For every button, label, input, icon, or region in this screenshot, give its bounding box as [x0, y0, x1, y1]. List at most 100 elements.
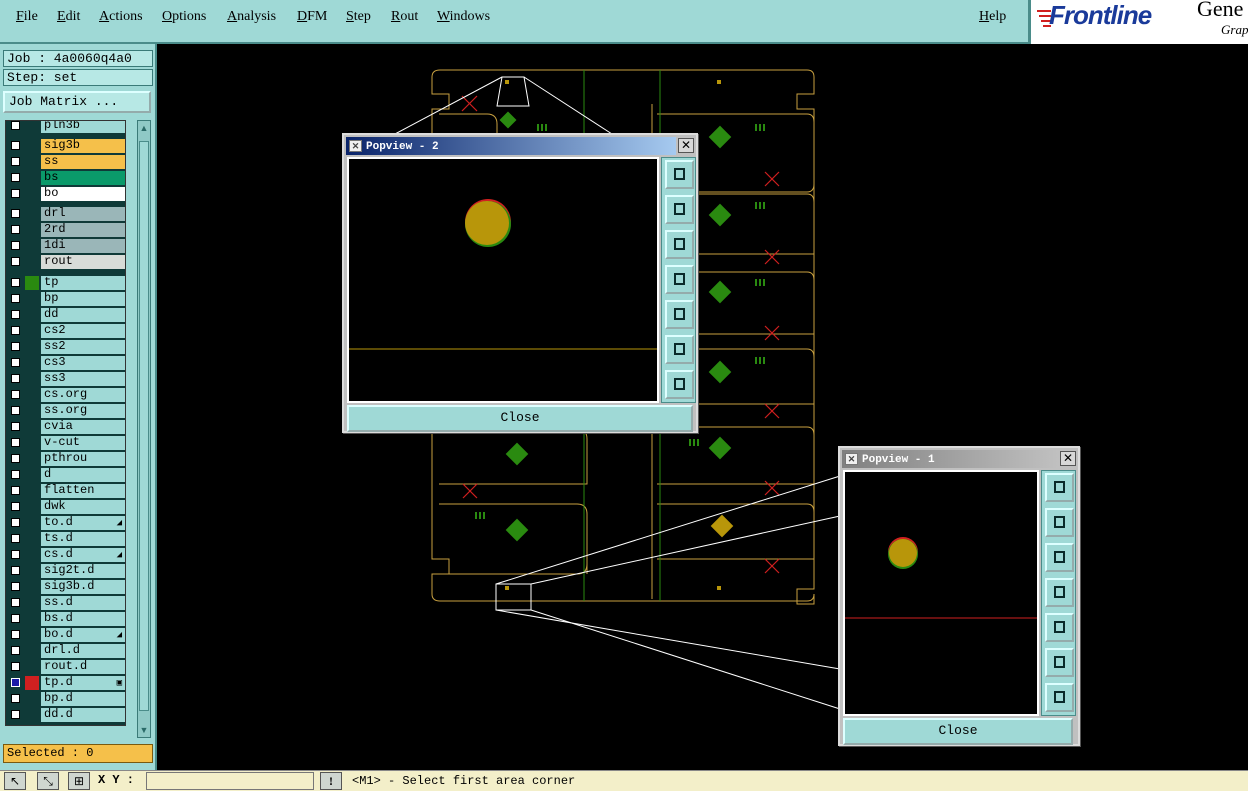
layer-checkbox[interactable]: [11, 374, 20, 383]
layer-color-swatch[interactable]: [25, 612, 39, 626]
layer-row[interactable]: drl: [8, 207, 125, 221]
layer-name[interactable]: cs2: [41, 324, 125, 338]
zoom-out-icon[interactable]: [1045, 683, 1074, 712]
pan-right-icon[interactable]: [1045, 613, 1074, 642]
layer-color-swatch[interactable]: [25, 223, 39, 237]
layer-checkbox[interactable]: [11, 598, 20, 607]
layer-name[interactable]: dwk: [41, 500, 125, 514]
layer-color-swatch[interactable]: [25, 372, 39, 386]
layer-color-swatch[interactable]: [25, 468, 39, 482]
layer-color-swatch[interactable]: [25, 692, 39, 706]
layer-checkbox[interactable]: [11, 157, 20, 166]
layer-row[interactable]: cs3: [8, 356, 125, 370]
layer-checkbox[interactable]: [11, 342, 20, 351]
layer-row[interactable]: bs.d: [8, 612, 125, 626]
layer-name[interactable]: d: [41, 468, 125, 482]
layer-checkbox[interactable]: [11, 614, 20, 623]
layer-color-swatch[interactable]: [25, 596, 39, 610]
layer-color-swatch[interactable]: [25, 292, 39, 306]
layer-row[interactable]: cs.org: [8, 388, 125, 402]
layer-checkbox[interactable]: [11, 454, 20, 463]
layer-checkbox[interactable]: [11, 630, 20, 639]
layer-row[interactable]: ss2: [8, 340, 125, 354]
layer-row[interactable]: ts.d: [8, 532, 125, 546]
layer-row[interactable]: tp: [8, 276, 125, 290]
pan-up-icon[interactable]: [665, 195, 694, 224]
layer-checkbox[interactable]: [11, 438, 20, 447]
layer-checkbox[interactable]: [11, 422, 20, 431]
layer-name[interactable]: sig2t.d: [41, 564, 125, 578]
layer-checkbox[interactable]: [11, 710, 20, 719]
layer-color-swatch[interactable]: [25, 644, 39, 658]
layer-name[interactable]: ss: [41, 155, 125, 169]
popview-1-close-button[interactable]: Close: [843, 718, 1073, 745]
layer-checkbox[interactable]: [11, 694, 20, 703]
layer-color-swatch[interactable]: [25, 708, 39, 722]
layer-color-swatch[interactable]: [25, 187, 39, 201]
scroll-down-icon[interactable]: ▼: [139, 724, 149, 736]
layer-color-swatch[interactable]: [25, 356, 39, 370]
popview-2-titlebar[interactable]: ✕ Popview - 2: [346, 137, 676, 155]
layer-name[interactable]: bo.d: [41, 628, 125, 642]
layer-color-swatch[interactable]: [25, 324, 39, 338]
layer-name[interactable]: flatten: [41, 484, 125, 498]
layer-row[interactable]: to.d ◢: [8, 516, 125, 530]
layer-name[interactable]: cs3: [41, 356, 125, 370]
pan-up-icon[interactable]: [1045, 508, 1074, 537]
layer-name[interactable]: tp: [41, 276, 125, 290]
menu-analysis[interactable]: Analysis: [227, 9, 276, 25]
window-menu-icon[interactable]: ✕: [845, 453, 858, 465]
zoom-home-icon[interactable]: [1045, 473, 1074, 502]
layer-checkbox[interactable]: [11, 470, 20, 479]
layer-checkbox[interactable]: [11, 294, 20, 303]
layer-row[interactable]: flatten: [8, 484, 125, 498]
layer-checkbox[interactable]: [11, 518, 20, 527]
layer-row[interactable]: bs: [8, 171, 125, 185]
popview-2-view[interactable]: [347, 157, 659, 403]
layer-name[interactable]: to.d: [41, 516, 125, 530]
layer-name[interactable]: bp.d: [41, 692, 125, 706]
layer-color-swatch[interactable]: [25, 420, 39, 434]
layer-checkbox[interactable]: [11, 241, 20, 250]
layer-name[interactable]: 1di: [41, 239, 125, 253]
layer-color-swatch[interactable]: [25, 548, 39, 562]
layer-checkbox[interactable]: [11, 257, 20, 266]
layer-checkbox[interactable]: [11, 678, 20, 687]
layer-name[interactable]: bs: [41, 171, 125, 185]
layer-row[interactable]: bo.d ◢: [8, 628, 125, 642]
layer-color-swatch[interactable]: [25, 484, 39, 498]
layer-color-swatch[interactable]: [25, 340, 39, 354]
layer-row[interactable]: bo: [8, 187, 125, 201]
layer-color-swatch[interactable]: [25, 436, 39, 450]
menu-options[interactable]: Options: [162, 9, 206, 25]
pan-left-icon[interactable]: [1045, 578, 1074, 607]
layer-checkbox[interactable]: [11, 121, 20, 130]
layer-color-swatch[interactable]: [25, 207, 39, 221]
layer-checkbox[interactable]: [11, 278, 20, 287]
layer-name[interactable]: cs.d: [41, 548, 125, 562]
layer-color-swatch[interactable]: [25, 239, 39, 253]
layer-checkbox[interactable]: [11, 189, 20, 198]
layer-name[interactable]: ss2: [41, 340, 125, 354]
layer-color-swatch[interactable]: [25, 308, 39, 322]
layer-checkbox[interactable]: [11, 310, 20, 319]
layer-row[interactable]: sig3b: [8, 139, 125, 153]
select-arrow-icon[interactable]: ↖: [4, 772, 26, 790]
layer-name[interactable]: pthrou: [41, 452, 125, 466]
layer-checkbox[interactable]: [11, 173, 20, 182]
zoom-home-icon[interactable]: [665, 160, 694, 189]
layer-name[interactable]: bs.d: [41, 612, 125, 626]
layer-name[interactable]: ts.d: [41, 532, 125, 546]
layer-name[interactable]: drl.d: [41, 644, 125, 658]
layer-name[interactable]: pln3b: [41, 121, 125, 133]
menu-help[interactable]: Help: [979, 9, 1006, 25]
layer-name[interactable]: ss.d: [41, 596, 125, 610]
layer-row[interactable]: pthrou: [8, 452, 125, 466]
layer-checkbox[interactable]: [11, 646, 20, 655]
layer-row[interactable]: dd: [8, 308, 125, 322]
layer-scrollbar[interactable]: ▲ ▼: [137, 120, 151, 738]
layer-row[interactable]: cs.d ◢: [8, 548, 125, 562]
menu-edit[interactable]: Edit: [57, 9, 80, 25]
layer-color-swatch[interactable]: [25, 255, 39, 269]
graphic-canvas[interactable]: [157, 44, 1248, 770]
